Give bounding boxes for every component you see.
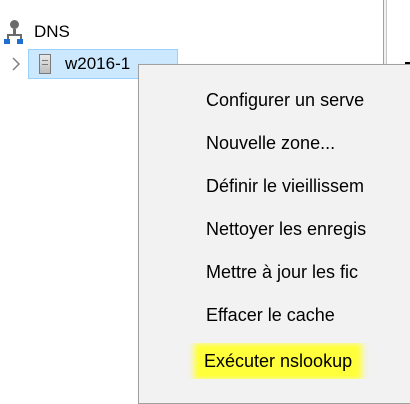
context-menu: Configurer un serve Nouvelle zone... Déf…: [138, 64, 410, 404]
chevron-right-icon[interactable]: [4, 49, 28, 79]
server-icon: [39, 54, 51, 74]
menu-item-nouvelle-zone[interactable]: Nouvelle zone...: [139, 125, 410, 161]
menu-item-label: Définir le vieillissem: [206, 175, 365, 196]
menu-item-label: Effacer le cache: [206, 304, 335, 325]
tree-node-dns-label: DNS: [34, 22, 70, 41]
menu-item-nettoyer-enregistrements[interactable]: Nettoyer les enregis: [139, 211, 410, 247]
menu-item-executer-nslookup[interactable]: Exécuter nslookup: [139, 343, 410, 379]
menu-item-label-highlighted: Exécuter nslookup: [198, 346, 359, 376]
menu-item-label: Configurer un serve: [206, 89, 365, 110]
menu-item-effacer-cache[interactable]: Effacer le cache: [139, 297, 410, 333]
dns-icon: [4, 19, 26, 45]
menu-item-configurer-serveur[interactable]: Configurer un serve: [139, 82, 410, 118]
menu-item-label: Nettoyer les enregis: [206, 218, 367, 239]
menu-item-definir-vieillissement[interactable]: Définir le vieillissem: [139, 168, 410, 204]
menu-item-label: Nouvelle zone...: [206, 132, 336, 153]
menu-item-label: Mettre à jour les fic: [206, 261, 359, 282]
tree-node-dns[interactable]: DNS: [4, 18, 70, 46]
menu-item-mettre-a-jour-fichiers[interactable]: Mettre à jour les fic: [139, 254, 410, 290]
tree-node-w2016-1-label: w2016-1: [65, 54, 131, 73]
